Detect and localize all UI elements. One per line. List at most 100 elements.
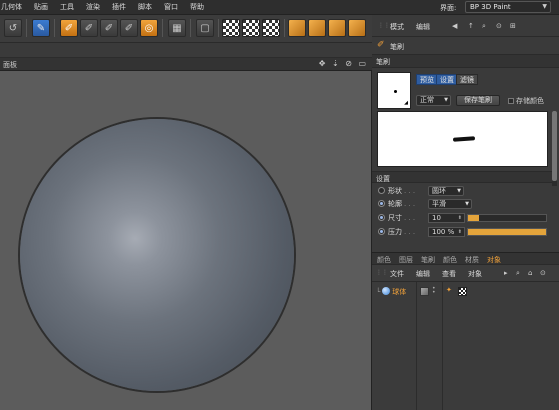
mode-menu[interactable]: 模式 — [390, 22, 404, 32]
search-icon[interactable]: ⌕ — [482, 22, 486, 31]
tab-settings[interactable]: 设置 — [436, 74, 458, 85]
grip-icon: ⋮⋮ — [376, 269, 388, 276]
tab-materials[interactable]: 材质 — [465, 255, 479, 265]
brush-tool-icon[interactable]: ✐ — [60, 19, 78, 37]
store-color-checkbox[interactable]: 存储颜色 — [508, 96, 544, 106]
tab-objects[interactable]: 对象 — [487, 255, 501, 265]
menu-help[interactable]: 帮助 — [184, 2, 210, 12]
uv-view-icon[interactable] — [242, 19, 260, 37]
pressure-anim-radio[interactable] — [378, 228, 385, 235]
arrow-left-icon[interactable]: ◀ — [452, 22, 457, 30]
brush-title: 笔刷 — [390, 43, 404, 51]
smudge-tool-icon[interactable]: ✐ — [100, 19, 118, 37]
checkbox-box[interactable] — [508, 98, 514, 104]
pressure-slider[interactable] — [467, 228, 547, 236]
save-brush-button[interactable]: 保存笔刷 — [456, 95, 500, 106]
visibility-dots-icon[interactable]: • • — [432, 286, 436, 296]
tab-preview[interactable]: 预览 — [416, 74, 438, 85]
sphere-primitive-icon[interactable] — [348, 19, 366, 37]
menu-geometry[interactable]: 几何体 — [0, 2, 28, 12]
attribute-menu-bar: ⋮⋮ 模式 编辑 ◀ ↑ ⌕ ⊙ ⊞ — [372, 15, 559, 37]
arrow-up-icon[interactable]: ↑ — [468, 22, 474, 30]
layout-select-value: BP 3D Paint — [470, 3, 511, 11]
layout-label: 界面: — [440, 4, 457, 12]
menu-tools[interactable]: 工具 — [54, 2, 80, 12]
pressure-input[interactable]: 100 % ⬍ — [428, 227, 465, 237]
texture-view-icon[interactable] — [222, 19, 240, 37]
shape-select[interactable]: 圆环 ▼ — [428, 186, 464, 196]
store-color-label: 存储颜色 — [516, 97, 544, 105]
home-icon[interactable]: ⌂ — [528, 269, 532, 277]
pressure-row: 压力. . . 100 % ⬍ — [378, 226, 553, 238]
om-menu-edit[interactable]: 编辑 — [416, 269, 430, 279]
panel-scrollbar[interactable] — [552, 111, 557, 186]
object-name: 球体 — [392, 288, 407, 296]
stroke-sample — [452, 136, 476, 142]
om-menu-view[interactable]: 查看 — [442, 269, 456, 279]
lock-icon[interactable]: ⊙ — [496, 22, 502, 30]
toolbar-spacer — [0, 43, 372, 58]
new-window-icon[interactable]: ⊞ — [510, 22, 516, 30]
tab-brush[interactable]: 笔刷 — [421, 255, 435, 265]
stepper-icon[interactable]: ⬍ — [458, 228, 462, 236]
mesh-view-icon[interactable] — [262, 19, 280, 37]
pressure-label: 压力 — [388, 228, 402, 236]
layout-select[interactable]: BP 3D Paint ▼ — [465, 1, 551, 13]
blend-mode-select[interactable]: 正常 ▼ — [416, 95, 451, 106]
shape-value: 圆环 — [432, 187, 446, 195]
projection-icon[interactable]: ▦ — [168, 19, 186, 37]
om-menu-file[interactable]: 文件 — [390, 269, 404, 279]
tab-filter[interactable]: 滤镜 — [456, 74, 478, 85]
size-slider[interactable] — [467, 214, 547, 222]
menu-plugins[interactable]: 插件 — [106, 2, 132, 12]
layer-icon[interactable] — [420, 287, 429, 296]
contour-select[interactable]: 平滑 ▼ — [428, 199, 472, 209]
shape-anim-radio[interactable] — [378, 187, 385, 194]
cube-edges-icon[interactable] — [328, 19, 346, 37]
size-label: 尺寸 — [388, 214, 402, 222]
viewport-nav-icons[interactable]: ✥ ⇣ ⊘ ▭ — [319, 59, 368, 68]
manager-tabs: 颜色 图层 笔刷 颜色 材质 对象 — [372, 252, 559, 265]
menu-decal[interactable]: 贴画 — [28, 2, 54, 12]
search-icon[interactable]: ⌕ — [516, 269, 520, 278]
size-value: 10 — [432, 214, 441, 222]
eraser-tool-icon[interactable]: ✐ — [80, 19, 98, 37]
paint-brush-3d-icon[interactable]: ✎ — [32, 19, 50, 37]
contour-value: 平滑 — [432, 200, 446, 208]
cube-faces-icon[interactable] — [308, 19, 326, 37]
stepper-icon[interactable]: ⬍ — [458, 214, 462, 222]
clone-tool-icon[interactable]: ✐ — [120, 19, 138, 37]
paint-tag-icon[interactable]: ✦ — [446, 286, 455, 295]
scrollbar-thumb[interactable] — [552, 111, 557, 181]
lock-icon[interactable]: ⊙ — [540, 269, 546, 277]
brush-section-title: 笔刷 — [376, 58, 390, 66]
pressure-value: 100 % — [432, 228, 455, 236]
list-item[interactable]: └ 球体 — [376, 287, 406, 297]
tab-color[interactable]: 颜色 — [377, 255, 391, 265]
brush-preset-thumbnail[interactable]: ◢ — [377, 72, 411, 109]
sphere-object[interactable] — [20, 119, 294, 391]
arrow-right-icon[interactable]: ▸ — [504, 269, 508, 277]
edit-menu[interactable]: 编辑 — [416, 22, 430, 32]
brush-stroke-preview — [377, 111, 548, 167]
menu-render[interactable]: 渲染 — [80, 2, 106, 12]
om-menu-object[interactable]: 对象 — [468, 269, 482, 279]
texture-tag-icon[interactable] — [458, 287, 467, 296]
toolbar-divider — [54, 19, 55, 37]
object-list: └ 球体 • • ✦ — [372, 282, 559, 410]
tab-color-2[interactable]: 颜色 — [443, 255, 457, 265]
menu-script[interactable]: 脚本 — [132, 2, 158, 12]
object-manager-menu: ⋮⋮ 文件 编辑 查看 对象 ▸ ⌕ ⌂ ⊙ — [372, 265, 559, 282]
undo-icon[interactable]: ↺ — [4, 19, 22, 37]
size-input[interactable]: 10 ⬍ — [428, 213, 465, 223]
layout-grid-icon[interactable]: ▢ — [196, 19, 214, 37]
cube-icon[interactable] — [288, 19, 306, 37]
tab-layers[interactable]: 图层 — [399, 255, 413, 265]
contour-anim-radio[interactable] — [378, 200, 385, 207]
size-anim-radio[interactable] — [378, 214, 385, 221]
viewport-3d[interactable] — [0, 71, 372, 410]
fill-tool-icon[interactable]: ◎ — [140, 19, 158, 37]
right-panel: ⋮⋮ 模式 编辑 ◀ ↑ ⌕ ⊙ ⊞ ✐ 笔刷 笔刷 ◢ 预览 设置 滤镜 正常… — [372, 15, 559, 410]
toolbar-divider — [284, 19, 285, 37]
menu-window[interactable]: 窗口 — [158, 2, 184, 12]
